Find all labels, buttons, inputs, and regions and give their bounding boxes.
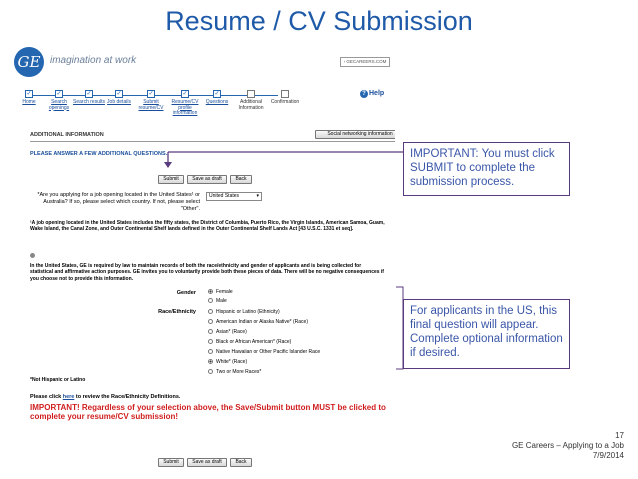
optional-info-callout: For applicants in the US, this final que… <box>403 299 570 369</box>
slide-footer: 17 GE Careers – Applying to a Job 7/9/20… <box>512 431 624 461</box>
arrow-head-icon <box>164 162 172 168</box>
bracket-line <box>396 286 404 370</box>
page-number: 17 <box>615 431 624 440</box>
annotation-overlay <box>164 151 404 370</box>
submit-callout: IMPORTANT: You must click SUBMIT to comp… <box>403 142 570 196</box>
footer-date: 7/9/2014 <box>592 451 624 460</box>
footer-title: GE Careers – Applying to a Job <box>511 441 624 450</box>
